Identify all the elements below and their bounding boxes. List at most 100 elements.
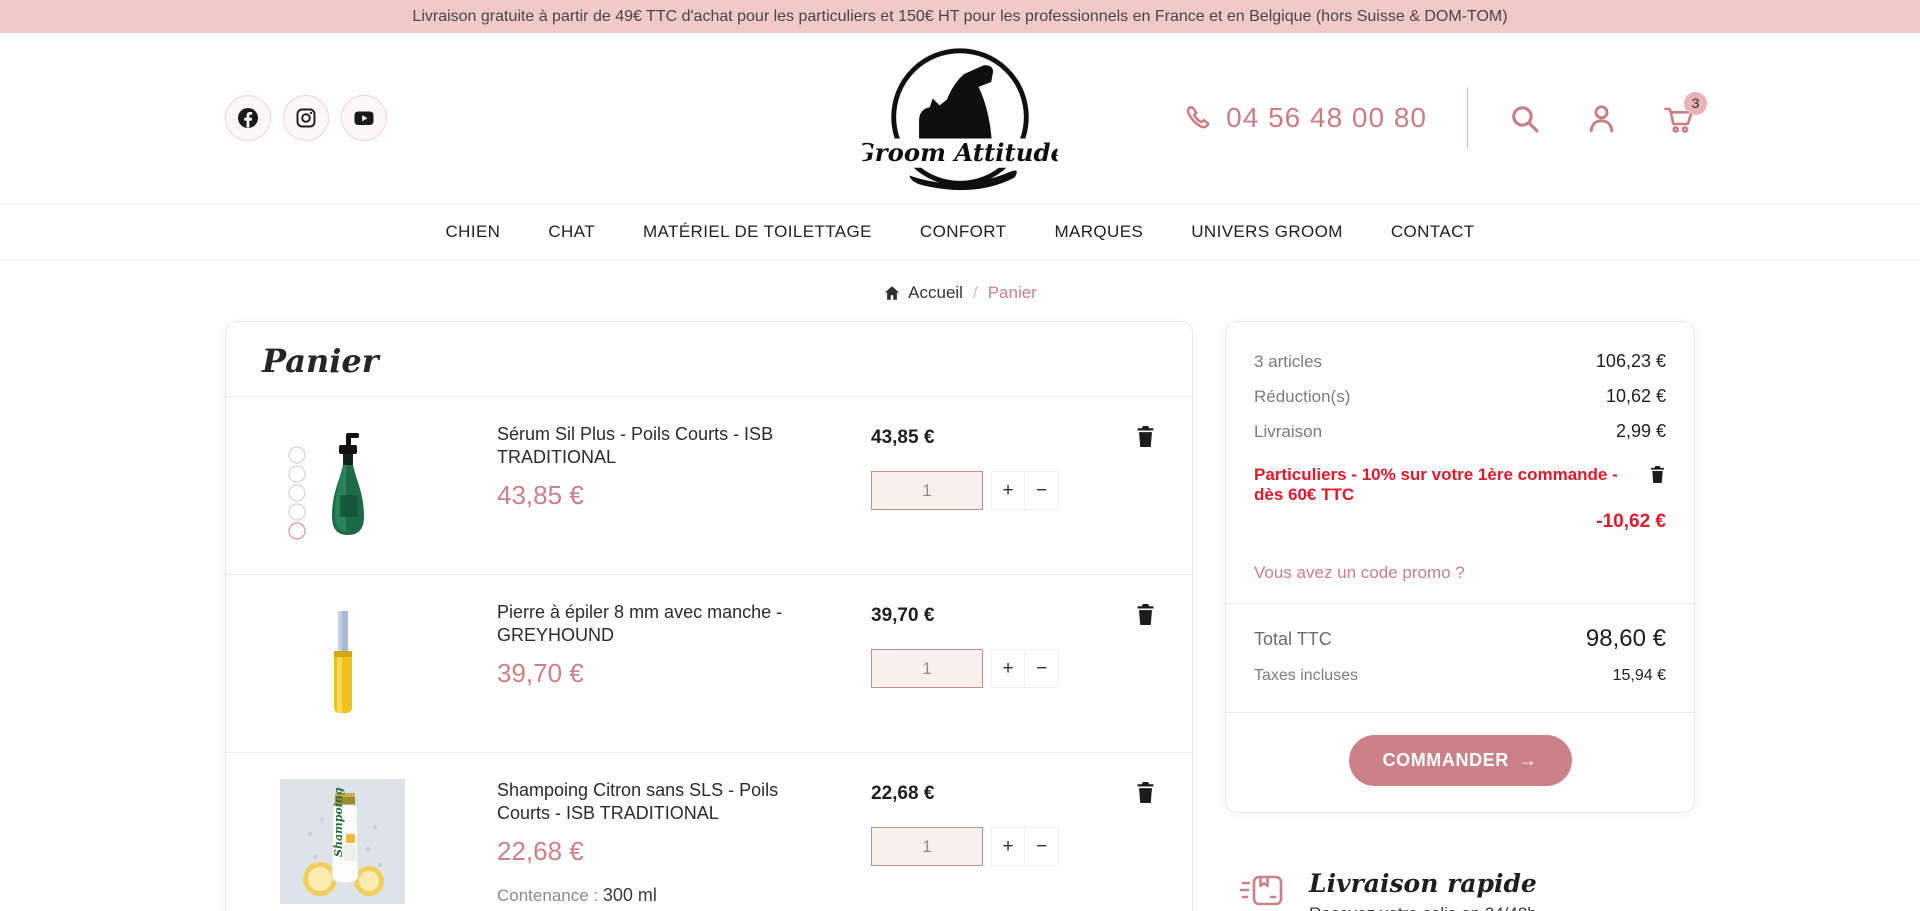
promo-discount-block: Particuliers - 10% sur votre 1ère comman… (1254, 465, 1666, 533)
breadcrumb-separator: / (972, 283, 978, 302)
checkout-label: COMMANDER (1382, 750, 1509, 770)
product-attribute: Contenance : 300 ml (497, 885, 841, 906)
logo-wordmark: Groom Attitude (863, 138, 1058, 167)
site-header: Groom Attitude 04 56 48 00 80 3 (0, 33, 1920, 203)
product-name[interactable]: Pierre à épiler 8 mm avec manche - GREYH… (497, 601, 797, 646)
nav-item-confort[interactable]: CONFORT (920, 222, 1007, 242)
cart-item-row: Sérum Sil Plus - Poils Courts - ISB TRAD… (226, 397, 1192, 574)
quantity-decrease-button[interactable]: − (1025, 650, 1058, 687)
total-label: Total TTC (1254, 628, 1332, 649)
summary-reduction-label: Réduction(s) (1254, 386, 1351, 406)
arrow-right-icon: → (1518, 750, 1538, 770)
breadcrumb-current: Panier (987, 283, 1037, 302)
product-image-pierre[interactable] (262, 601, 422, 726)
summary-divider (1226, 712, 1694, 713)
product-image-serum[interactable] (262, 423, 422, 548)
quantity-input[interactable] (871, 649, 983, 688)
user-icon (1589, 104, 1614, 132)
package-icon (1239, 875, 1283, 906)
free-shipping-banner: Livraison gratuite à partir de 49€ TTC d… (0, 0, 1920, 33)
trash-icon (1651, 466, 1664, 483)
nav-item-chat[interactable]: CHAT (548, 222, 595, 242)
svg-text:Shampoing: Shampoing (332, 787, 345, 857)
stripping-stone-image (279, 601, 405, 726)
cart-panel: Panier Sérum Sil Plus - Poils Courts - I… (225, 321, 1193, 911)
youtube-icon (354, 111, 374, 125)
quantity-decrease-button[interactable]: − (1025, 828, 1058, 865)
account-button[interactable] (1585, 102, 1618, 135)
trash-icon (1137, 782, 1154, 803)
nav-item-materiel-de-toilettage[interactable]: MATÉRIEL DE TOILETTAGE (643, 222, 872, 242)
product-line-price: 43,85 € (871, 427, 935, 448)
product-unit-price: 22,68 € (497, 836, 584, 866)
remove-item-button[interactable] (1116, 779, 1156, 804)
facebook-icon (238, 108, 258, 128)
remove-item-button[interactable] (1116, 423, 1156, 448)
product-unit-price: 43,85 € (497, 480, 584, 510)
social-links (225, 95, 387, 141)
facebook-button[interactable] (225, 95, 271, 141)
summary-divider (1226, 603, 1694, 604)
summary-shipping-label: Livraison (1254, 421, 1323, 441)
groom-attitude-logo[interactable]: Groom Attitude (854, 41, 1066, 191)
quantity-increase-button[interactable]: + (992, 650, 1025, 687)
cart-item-row: Shampoing Shampoing Citron sans SLS - Po… (226, 752, 1192, 911)
quantity-input[interactable] (871, 471, 983, 510)
instagram-icon (296, 108, 316, 128)
total-value: 98,60 € (1585, 625, 1666, 652)
home-icon (885, 286, 900, 300)
summary-articles-label: 3 articles (1254, 351, 1323, 371)
logo-graphic: Groom Attitude (854, 48, 1066, 191)
product-image-shampoing[interactable]: Shampoing (262, 779, 422, 904)
promo-code-link[interactable]: Vous avez un code promo ? (1254, 563, 1666, 583)
banner-text: Livraison gratuite à partir de 49€ TTC d… (412, 7, 1508, 25)
nav-item-marques[interactable]: MARQUES (1054, 222, 1143, 242)
nav-item-contact[interactable]: CONTACT (1391, 222, 1475, 242)
product-unit-price: 39,70 € (497, 658, 584, 688)
summary-reduction-value: 10,62 € (1605, 386, 1666, 406)
phone-link[interactable]: 04 56 48 00 80 (1184, 102, 1427, 134)
product-name[interactable]: Sérum Sil Plus - Poils Courts - ISB TRAD… (497, 423, 797, 468)
breadcrumb-home-label: Accueil (908, 283, 963, 302)
product-name[interactable]: Shampoing Citron sans SLS - Poils Courts… (497, 779, 797, 824)
nav-item-univers-groom[interactable]: UNIVERS GROOM (1191, 222, 1343, 242)
quantity-input[interactable] (871, 827, 983, 866)
instagram-button[interactable] (283, 95, 329, 141)
search-icon (1512, 105, 1539, 132)
quantity-increase-button[interactable]: + (992, 472, 1025, 509)
product-line-price: 22,68 € (871, 783, 935, 804)
quantity-increase-button[interactable]: + (992, 828, 1025, 865)
taxes-label: Taxes incluses (1254, 667, 1359, 684)
taxes-value: 15,94 € (1612, 667, 1666, 684)
breadcrumb: Accueil / Panier (0, 283, 1920, 303)
quantity-decrease-button[interactable]: − (1025, 472, 1058, 509)
phone-number: 04 56 48 00 80 (1226, 102, 1427, 133)
attribute-label: Contenance : (497, 886, 599, 905)
remove-promo-button[interactable] (1649, 465, 1666, 489)
feature-text: Recevez votre colis en 24/48h (1309, 904, 1537, 911)
summary-articles-value: 106,23 € (1595, 351, 1666, 371)
youtube-button[interactable] (341, 95, 387, 141)
promo-value: -10,62 € (1596, 511, 1666, 532)
promo-label: Particuliers - 10% sur votre 1ère comman… (1254, 465, 1618, 504)
nav-item-chien[interactable]: CHIEN (445, 222, 500, 242)
summary-shipping-value: 2,99 € (1615, 421, 1666, 441)
header-divider (1467, 87, 1468, 149)
cart-button[interactable]: 3 (1662, 91, 1707, 135)
main-navigation: CHIEN CHAT MATÉRIEL DE TOILETTAGE CONFOR… (0, 203, 1920, 261)
feature-title: Livraison rapide (1309, 869, 1537, 898)
phone-icon (1186, 106, 1210, 129)
cart-summary-panel: 3 articles 106,23 € Réduction(s) 10,62 €… (1225, 321, 1695, 813)
cart-count-badge: 3 (1684, 91, 1707, 115)
product-line-price: 39,70 € (871, 605, 935, 626)
trash-icon (1137, 604, 1154, 625)
breadcrumb-home-link[interactable]: Accueil (883, 283, 963, 303)
remove-item-button[interactable] (1116, 601, 1156, 626)
feature-fast-shipping: Livraison rapide Recevez votre colis en … (1239, 869, 1695, 911)
checkout-button[interactable]: COMMANDER → (1348, 735, 1572, 786)
trash-icon (1137, 426, 1154, 447)
search-button[interactable] (1508, 102, 1541, 135)
serum-bottle-image (279, 423, 405, 548)
attribute-value: 300 ml (602, 885, 657, 905)
cart-item-row: Pierre à épiler 8 mm avec manche - GREYH… (226, 574, 1192, 752)
